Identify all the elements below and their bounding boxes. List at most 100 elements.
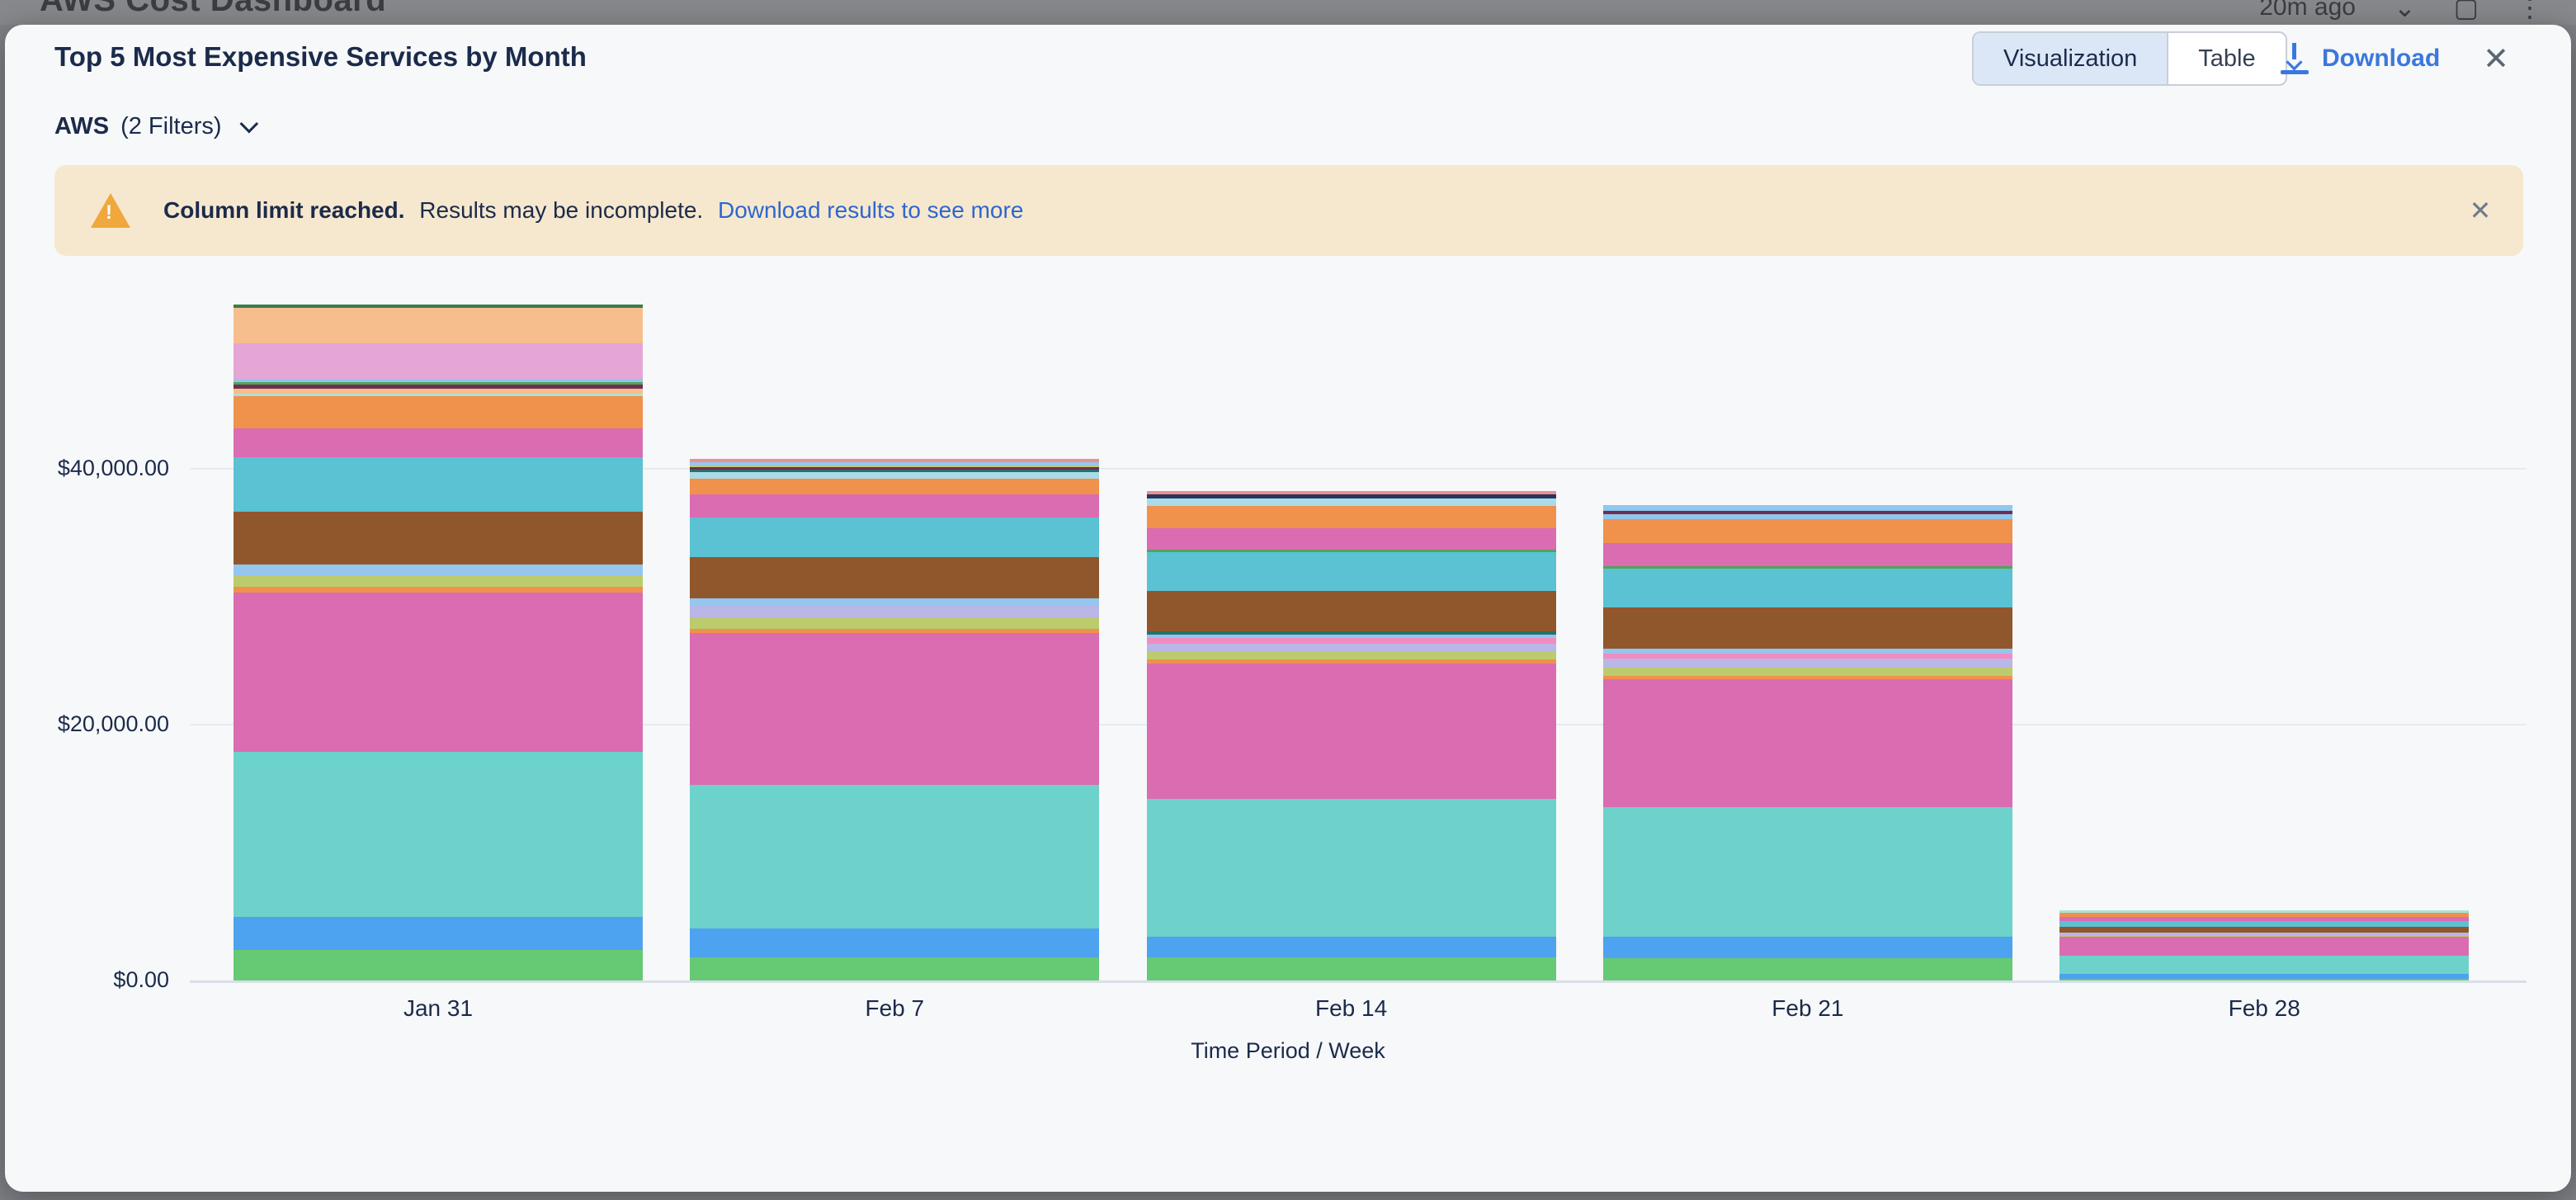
bar-segment[interactable] <box>234 382 643 385</box>
y-axis-tick-label: $0.00 <box>5 967 169 993</box>
x-axis-tick-label: Feb 7 <box>690 995 1099 1022</box>
bar-segment[interactable] <box>234 457 643 511</box>
bar-segment[interactable] <box>690 617 1099 629</box>
x-axis-title: Time Period / Week <box>5 1038 2571 1064</box>
bar-segment[interactable] <box>1147 635 1556 638</box>
bar-segment[interactable] <box>1147 664 1556 799</box>
bar-segment[interactable] <box>234 575 643 587</box>
bar-segment[interactable] <box>1603 659 2012 668</box>
bar-segment[interactable] <box>234 512 643 565</box>
bar-segment[interactable] <box>1603 566 2012 569</box>
bar-segment[interactable] <box>1147 506 1556 528</box>
chevron-down-icon: ⌄ <box>2394 0 2416 23</box>
bar-segment[interactable] <box>1147 957 1556 980</box>
bar-segment[interactable] <box>234 379 643 382</box>
bar-segment[interactable] <box>2059 921 2469 927</box>
bar-segment[interactable] <box>234 565 643 575</box>
bar-segment[interactable] <box>2059 917 2469 921</box>
bar-segment[interactable] <box>1603 937 2012 958</box>
bar-segment[interactable] <box>2059 937 2469 956</box>
bar-segment[interactable] <box>690 494 1099 517</box>
bar-segment[interactable] <box>690 467 1099 470</box>
bar-segment[interactable] <box>1603 514 2012 519</box>
bar-segment[interactable] <box>234 308 643 343</box>
bar-segment[interactable] <box>690 472 1099 479</box>
stacked-bar[interactable] <box>1603 505 2012 980</box>
bar-segment[interactable] <box>1603 543 2012 566</box>
bar-segment[interactable] <box>690 479 1099 494</box>
bar-segment[interactable] <box>1147 638 1556 644</box>
kebab-menu-icon: ⋮ <box>2517 0 2543 23</box>
bar-segment[interactable] <box>690 785 1099 928</box>
bar-segment[interactable] <box>1147 591 1556 632</box>
bar-segment[interactable] <box>234 587 643 593</box>
bar-segment[interactable] <box>690 957 1099 980</box>
bar-segment[interactable] <box>2059 936 2469 938</box>
bar-segment[interactable] <box>690 598 1099 607</box>
bar-segment[interactable] <box>2059 910 2469 913</box>
bar-segment[interactable] <box>1147 659 1556 664</box>
bar-segment[interactable] <box>1603 676 2012 679</box>
bar-segment[interactable] <box>2059 933 2469 936</box>
bar-segment[interactable] <box>1603 519 2012 543</box>
stacked-bar[interactable] <box>1147 491 1556 980</box>
background-updated-label: 20m ago <box>2259 0 2356 21</box>
bar-segment[interactable] <box>2059 974 2469 978</box>
bar-segment[interactable] <box>690 517 1099 557</box>
x-axis-tick-label: Feb 21 <box>1603 995 2012 1022</box>
stacked-bar[interactable] <box>234 305 643 980</box>
bar-segment[interactable] <box>234 752 643 916</box>
bar-segment[interactable] <box>690 557 1099 598</box>
x-axis-tick-label: Jan 31 <box>234 995 643 1022</box>
bar-segment[interactable] <box>1147 631 1556 634</box>
stacked-bar-chart: $0.00$20,000.00$40,000.00Jan 31Feb 7Feb … <box>5 25 2571 1192</box>
bar-segment[interactable] <box>1603 668 2012 676</box>
bar-segment[interactable] <box>690 606 1099 617</box>
bar-segment[interactable] <box>234 305 643 308</box>
bar-segment[interactable] <box>1147 552 1556 590</box>
bar-segment[interactable] <box>1603 679 2012 807</box>
bar-segment[interactable] <box>1603 807 2012 937</box>
bar-segment[interactable] <box>1603 505 2012 511</box>
bar-segment[interactable] <box>234 950 643 980</box>
bar-segment[interactable] <box>1147 651 1556 659</box>
bar-segment[interactable] <box>234 394 643 396</box>
bar-segment[interactable] <box>234 389 643 394</box>
bar-segment[interactable] <box>690 633 1099 785</box>
bar-segment[interactable] <box>1603 654 2012 659</box>
bar-segment[interactable] <box>2059 913 2469 917</box>
bar-segment[interactable] <box>690 470 1099 472</box>
bar-segment[interactable] <box>234 343 643 379</box>
stacked-bar[interactable] <box>2059 910 2469 980</box>
bar-segment[interactable] <box>234 428 643 457</box>
bar-segment[interactable] <box>1147 799 1556 937</box>
bar-segment[interactable] <box>1603 958 2012 980</box>
bar-segment[interactable] <box>234 396 643 428</box>
bar-segment[interactable] <box>1603 569 2012 608</box>
bar-segment[interactable] <box>1147 644 1556 651</box>
bar-segment[interactable] <box>1147 498 1556 506</box>
bar-segment[interactable] <box>1603 607 2012 649</box>
bar-segment[interactable] <box>690 462 1099 465</box>
x-axis-line <box>190 980 2526 983</box>
bar-segment[interactable] <box>690 629 1099 633</box>
bar-segment[interactable] <box>690 459 1099 462</box>
bar-segment[interactable] <box>2059 956 2469 974</box>
bar-segment[interactable] <box>234 385 643 389</box>
bar-segment[interactable] <box>2059 927 2469 933</box>
bar-segment[interactable] <box>1147 494 1556 498</box>
bar-segment[interactable] <box>1147 937 1556 958</box>
bar-segment[interactable] <box>234 593 643 753</box>
bar-segment[interactable] <box>1603 649 2012 654</box>
bar-segment[interactable] <box>234 917 643 950</box>
bar-segment[interactable] <box>1147 491 1556 494</box>
bar-segment[interactable] <box>2059 979 2469 980</box>
bar-segment[interactable] <box>1147 550 1556 552</box>
stacked-bar[interactable] <box>690 459 1099 980</box>
bar-segment[interactable] <box>690 465 1099 467</box>
bar-segment[interactable] <box>1603 511 2012 513</box>
x-axis-tick-label: Feb 14 <box>1147 995 1556 1022</box>
bar-segment[interactable] <box>1147 528 1556 550</box>
y-axis-tick-label: $20,000.00 <box>5 711 169 737</box>
bar-segment[interactable] <box>690 928 1099 957</box>
